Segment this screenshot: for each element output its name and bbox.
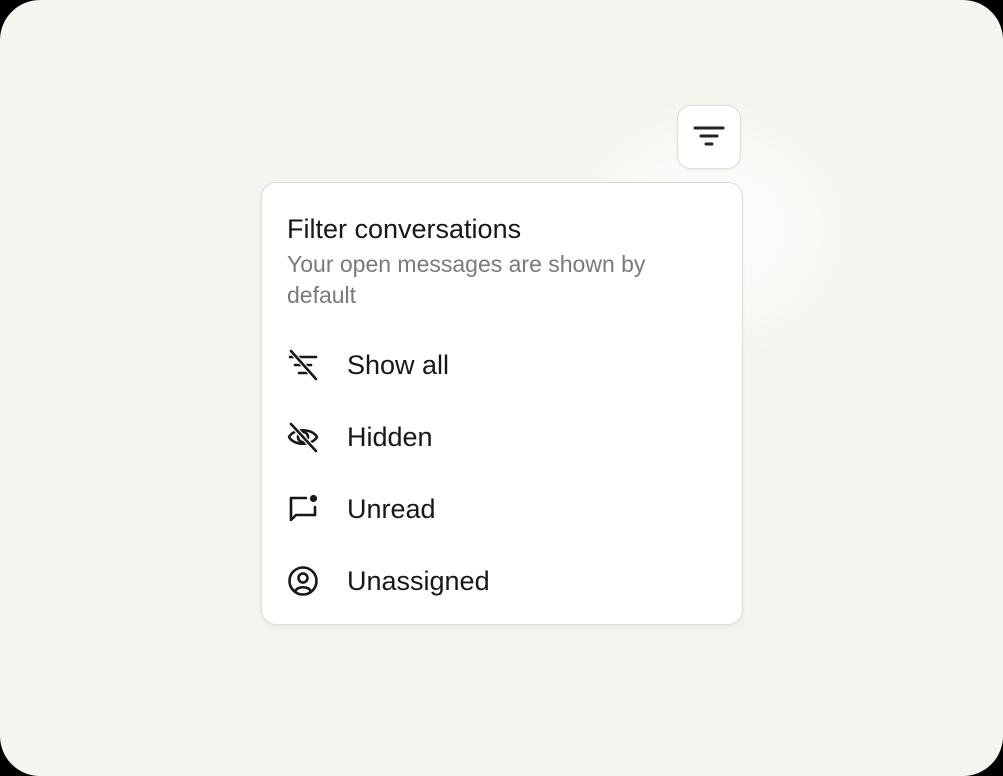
- eye-off-icon: [287, 421, 319, 454]
- menu-item-label: Unassigned: [347, 566, 490, 596]
- menu-item-hidden[interactable]: Hidden: [274, 407, 730, 467]
- menu-item-label: Unread: [347, 494, 436, 524]
- menu-item-label: Show all: [347, 350, 450, 380]
- menu-item-unassigned[interactable]: Unassigned: [274, 551, 730, 611]
- app-canvas: Filter conversations Your open messages …: [0, 0, 1003, 776]
- menu-subtitle: Your open messages are shown by default: [287, 251, 646, 308]
- filter-menu: Filter conversations Your open messages …: [261, 182, 743, 625]
- menu-item-label: Hidden: [347, 422, 433, 452]
- filter-lines-icon: [693, 126, 725, 146]
- menu-item-show-all[interactable]: Show all: [274, 335, 730, 395]
- filter-button[interactable]: [677, 105, 741, 169]
- menu-title: Filter conversations: [287, 214, 522, 244]
- message-unread-icon: [289, 494, 318, 522]
- filter-off-icon: [288, 348, 319, 382]
- user-circle-icon: [288, 566, 318, 596]
- menu-item-unread[interactable]: Unread: [274, 479, 730, 539]
